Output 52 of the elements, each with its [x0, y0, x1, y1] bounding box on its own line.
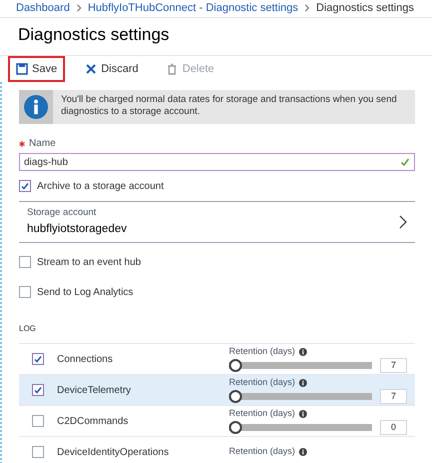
chevron-icon — [304, 4, 310, 12]
checkbox[interactable] — [32, 415, 44, 427]
breadcrumb-link[interactable]: Dashboard — [16, 0, 70, 16]
save-icon — [16, 63, 28, 75]
info-icon — [299, 448, 308, 456]
retention-label: Retention (days) — [229, 445, 296, 458]
retention-input[interactable]: 7 — [380, 358, 407, 374]
page-title: Diagnostics settings — [17, 24, 170, 46]
checkbox[interactable] — [19, 286, 31, 298]
checkbox-label: Archive to a storage account — [37, 180, 164, 194]
slider-thumb[interactable] — [229, 421, 242, 434]
log-row[interactable]: DeviceTelemetry Retention (days) 7 — [19, 375, 415, 406]
checkbox-label: Send to Log Analytics — [37, 286, 134, 300]
retention-label: Retention (days) — [229, 376, 296, 389]
info-icon — [299, 410, 308, 418]
slider-track[interactable] — [229, 362, 372, 370]
log-category: DeviceTelemetry — [57, 384, 132, 398]
chevron-icon — [76, 4, 82, 12]
checkbox[interactable] — [19, 180, 31, 192]
info-icon — [299, 348, 308, 356]
slider-track[interactable] — [229, 424, 372, 432]
log-category: Connections — [57, 352, 114, 366]
storage-account-selector[interactable]: Storage account hubflyiotstoragedev — [19, 201, 415, 243]
checkbox[interactable] — [32, 384, 44, 396]
checkbox[interactable] — [32, 353, 44, 365]
log-category: C2DCommands — [57, 414, 130, 428]
storage-account-value: hubflyiotstoragedev — [27, 222, 128, 236]
field-label: Storage account — [27, 206, 98, 220]
info-icon — [299, 378, 308, 386]
breadcrumb-link[interactable]: HubflyIoTHubConnect - Diagnostic settings — [88, 0, 298, 16]
save-button[interactable]: Save — [8, 56, 66, 82]
close-icon — [85, 63, 98, 75]
checkbox[interactable] — [19, 256, 31, 268]
retention-label: Retention (days) — [229, 406, 296, 420]
chevron-icon — [399, 215, 407, 229]
info-icon — [24, 95, 48, 119]
name-field[interactable]: diags-hub — [19, 153, 415, 171]
slider-track[interactable] — [229, 393, 372, 400]
retention-input[interactable]: 7 — [380, 389, 407, 404]
trash-icon — [166, 63, 178, 75]
slider-thumb[interactable] — [229, 390, 242, 404]
checkbox-label: Stream to an event hub — [37, 256, 141, 270]
section-heading: LOG — [19, 323, 37, 335]
retention-input[interactable]: 0 — [380, 420, 407, 436]
info-text: You'll be charged normal data rates for storage and transactions when you send diagnostics to a storage account. — [60, 93, 398, 119]
log-category: DeviceIdentityOperations — [57, 446, 170, 460]
retention-label: Retention (days) — [229, 344, 296, 358]
discard-button[interactable]: Discard — [77, 56, 146, 82]
field-label: Name — [29, 137, 56, 151]
checkbox[interactable] — [32, 446, 44, 458]
slider-thumb[interactable] — [229, 359, 242, 372]
breadcrumb-current: Diagnostics settings — [316, 1, 414, 16]
